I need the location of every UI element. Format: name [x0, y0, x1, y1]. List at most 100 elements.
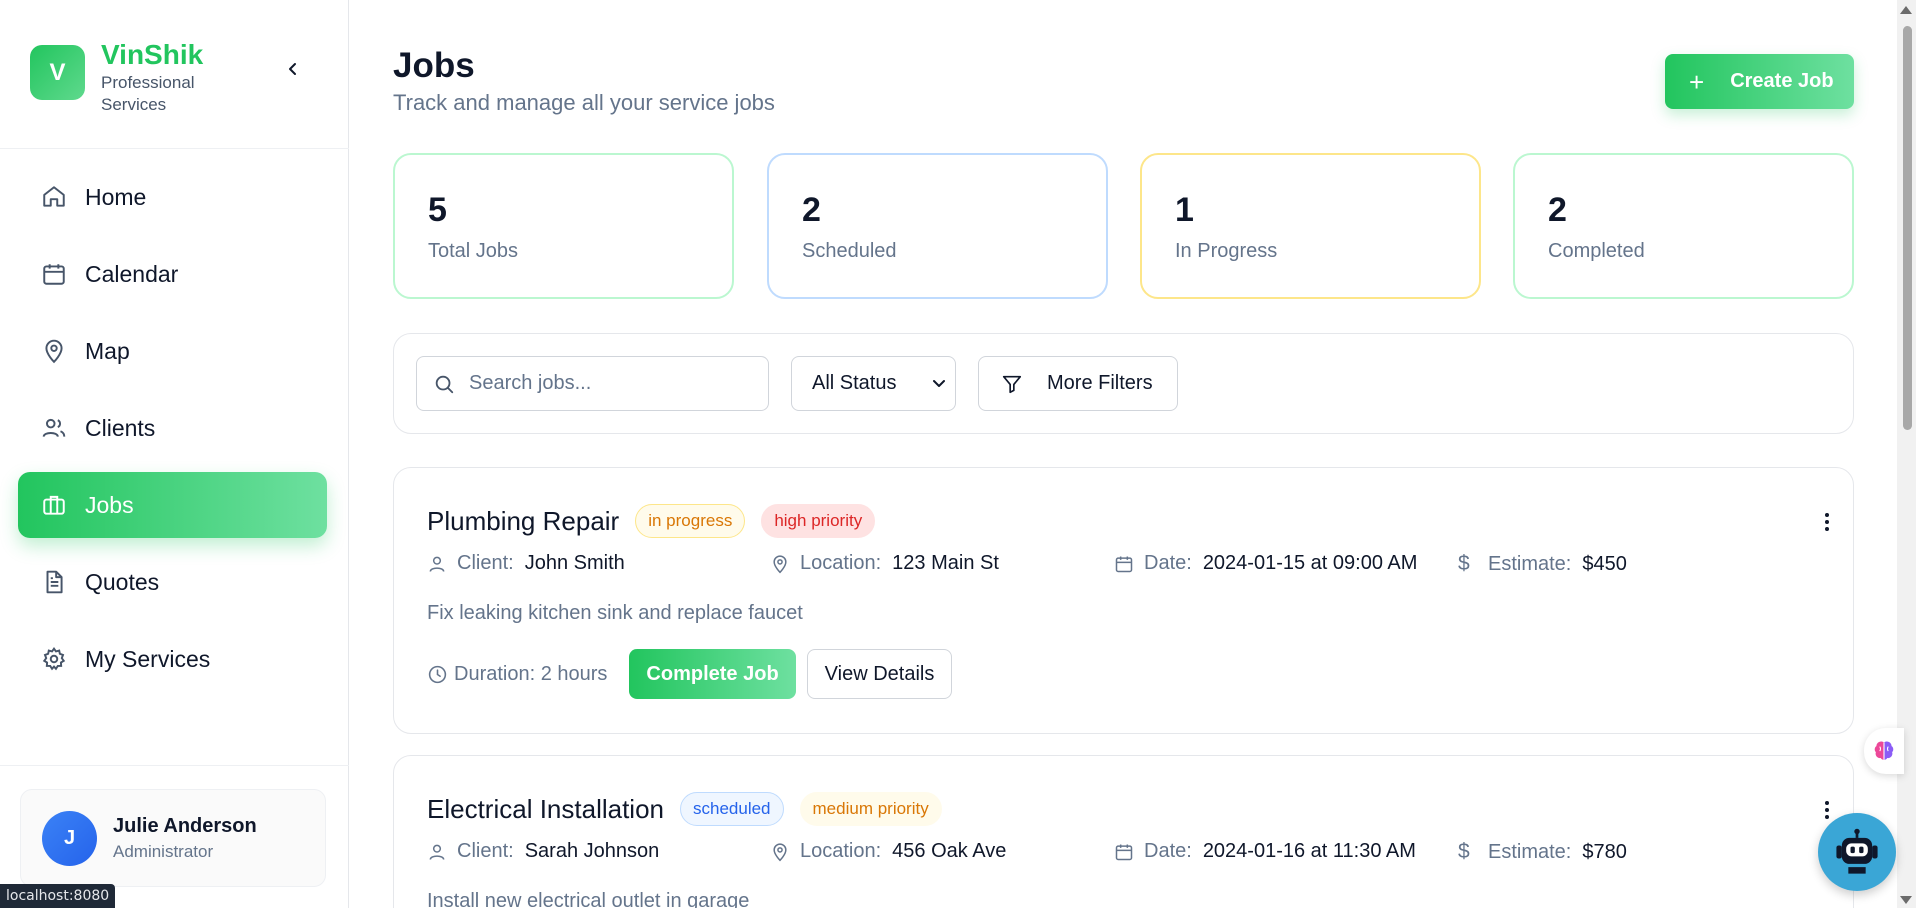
- gear-icon: [40, 645, 68, 673]
- user-icon: [427, 554, 447, 574]
- create-job-label: Create Job: [1730, 70, 1834, 92]
- job-date: Date: 2024-01-15 at 09:00 AM: [1114, 552, 1417, 575]
- meta-label: Client:: [457, 840, 514, 862]
- sidebar: V VinShik Professional Services Home Cal…: [0, 0, 349, 908]
- search-input[interactable]: [469, 372, 759, 395]
- job-estimate: $ Estimate: $780: [1458, 840, 1627, 864]
- sidebar-item-label: Quotes: [85, 568, 160, 595]
- job-meta: Client: Sarah Johnson Location: 456 Oak …: [427, 840, 1847, 870]
- scrollbar-thumb[interactable]: [1903, 26, 1912, 430]
- stat-label: In Progress: [1175, 240, 1278, 262]
- chatbot-button[interactable]: [1818, 813, 1896, 891]
- page-subtitle: Track and manage all your service jobs: [393, 90, 775, 115]
- sidebar-item-label: Jobs: [85, 491, 134, 518]
- map-pin-icon: [770, 842, 790, 862]
- scroll-down-arrow[interactable]: [1900, 896, 1912, 904]
- brain-icon: [1874, 741, 1894, 760]
- search-box[interactable]: [416, 356, 769, 411]
- meta-label: Location:: [800, 552, 882, 574]
- job-location: Location: 456 Oak Ave: [770, 840, 1006, 863]
- sidebar-item-my-services[interactable]: My Services: [18, 626, 327, 692]
- job-duration: Duration: 2 hours: [427, 663, 607, 686]
- stat-value: 2: [802, 191, 821, 229]
- brand-logo: V: [30, 45, 85, 100]
- priority-badge: high priority: [761, 504, 876, 538]
- meta-value: 123 Main St: [892, 552, 999, 574]
- job-description: Install new electrical outlet in garage: [427, 890, 750, 908]
- status-badge: scheduled: [680, 792, 784, 826]
- stat-card-total-jobs: 5 Total Jobs: [393, 153, 734, 299]
- robot-icon: [1836, 828, 1878, 874]
- stat-card-in-progress: 1 In Progress: [1140, 153, 1481, 299]
- collapse-sidebar-button[interactable]: [280, 56, 306, 82]
- sidebar-divider: [0, 148, 349, 149]
- meta-value: John Smith: [524, 552, 625, 574]
- meta-value: Sarah Johnson: [524, 840, 660, 862]
- sidebar-nav: Home Calendar Map Clients Jobs Quotes My…: [18, 164, 327, 703]
- more-filters-button[interactable]: More Filters: [978, 356, 1178, 411]
- stat-label: Total Jobs: [428, 240, 519, 262]
- ai-brain-tab[interactable]: [1864, 728, 1904, 774]
- sidebar-divider: [0, 765, 349, 766]
- sidebar-item-label: Calendar: [85, 260, 179, 287]
- sidebar-item-jobs[interactable]: Jobs: [18, 472, 327, 538]
- sidebar-item-home[interactable]: Home: [18, 164, 327, 230]
- view-details-button[interactable]: View Details: [806, 649, 953, 699]
- job-client: Client: John Smith: [427, 552, 625, 575]
- complete-job-button[interactable]: Complete Job: [629, 649, 796, 699]
- job-client: Client: Sarah Johnson: [427, 840, 659, 863]
- dollar-icon: $: [1458, 840, 1470, 863]
- avatar: J: [42, 810, 97, 866]
- more-vertical-icon: [1825, 513, 1829, 531]
- map-pin-icon: [40, 337, 68, 365]
- stat-value: 2: [1548, 191, 1567, 229]
- stat-card-completed: 2 Completed: [1513, 153, 1854, 299]
- dollar-icon: $: [1458, 552, 1470, 575]
- user-icon: [427, 842, 447, 862]
- brand[interactable]: V VinShik Professional Services: [30, 38, 221, 116]
- sidebar-item-map[interactable]: Map: [18, 318, 327, 384]
- sidebar-item-label: Map: [85, 337, 130, 364]
- meta-label: Date:: [1144, 552, 1192, 574]
- job-card[interactable]: Electrical Installation scheduled medium…: [393, 755, 1854, 908]
- duration-text: Duration: 2 hours: [454, 662, 608, 685]
- meta-value: 2024-01-16 at 11:30 AM: [1202, 840, 1416, 862]
- status-badge: in progress: [635, 504, 746, 538]
- stat-label: Scheduled: [802, 240, 897, 262]
- users-icon: [40, 414, 68, 442]
- job-title: Plumbing Repair: [427, 505, 620, 536]
- stat-label: Completed: [1548, 240, 1645, 262]
- calendar-icon: [1114, 554, 1134, 574]
- more-vertical-icon: [1825, 801, 1829, 819]
- job-menu-button[interactable]: [1824, 800, 1830, 825]
- search-icon: [435, 375, 454, 393]
- sidebar-item-label: Clients: [85, 414, 156, 441]
- filter-icon: [1001, 373, 1023, 395]
- job-description: Fix leaking kitchen sink and replace fau…: [427, 602, 803, 624]
- meta-label: Client:: [457, 552, 514, 574]
- file-text-icon: [40, 568, 68, 596]
- meta-label: Estimate:: [1488, 840, 1572, 863]
- sidebar-item-clients[interactable]: Clients: [18, 395, 327, 461]
- meta-label: Estimate:: [1488, 552, 1572, 575]
- scroll-up-arrow[interactable]: [1900, 6, 1912, 14]
- meta-label: Date:: [1144, 840, 1192, 862]
- status-select[interactable]: All Status: [791, 356, 956, 411]
- sidebar-item-quotes[interactable]: Quotes: [18, 549, 327, 615]
- job-date: Date: 2024-01-16 at 11:30 AM: [1114, 840, 1416, 863]
- job-card[interactable]: Plumbing Repair in progress high priorit…: [393, 467, 1854, 734]
- job-menu-button[interactable]: [1824, 512, 1830, 537]
- user-role: Administrator: [113, 841, 214, 861]
- brand-name: VinShik: [101, 39, 204, 70]
- filter-bar: All Status More Filters: [393, 333, 1854, 434]
- calendar-icon: [40, 260, 68, 288]
- meta-value: 2024-01-15 at 09:00 AM: [1202, 552, 1418, 574]
- job-meta: Client: John Smith Location: 123 Main St…: [427, 552, 1847, 582]
- sidebar-item-calendar[interactable]: Calendar: [18, 241, 327, 307]
- browser-status-url: localhost:8080: [0, 884, 116, 908]
- user-profile-card[interactable]: J Julie Anderson Administrator: [20, 789, 326, 887]
- job-title: Electrical Installation: [427, 793, 664, 824]
- meta-label: Location:: [800, 840, 882, 862]
- create-job-button[interactable]: + Create Job: [1665, 54, 1854, 109]
- job-location: Location: 123 Main St: [770, 552, 999, 575]
